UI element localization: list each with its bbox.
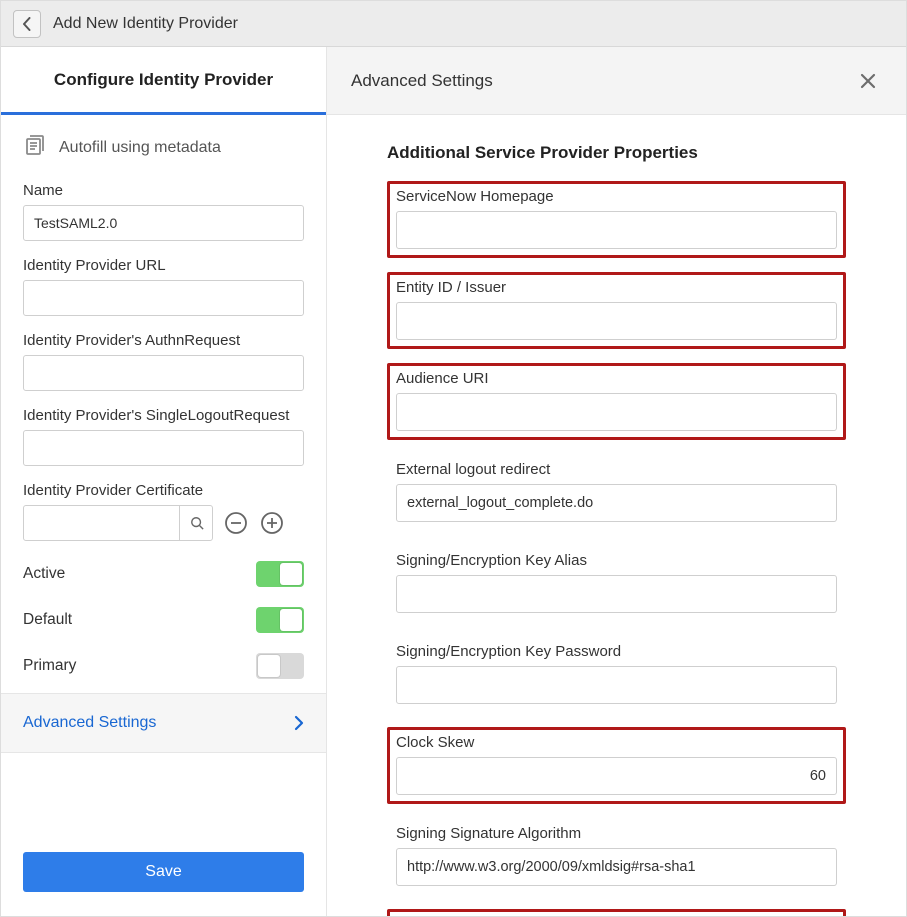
external-logout-label: External logout redirect xyxy=(396,461,837,478)
main-panel: Advanced Settings Additional Service Pro… xyxy=(327,47,906,916)
cert-row xyxy=(23,505,304,541)
minus-circle-icon xyxy=(224,511,248,535)
key-password-field: Signing/Encryption Key Password xyxy=(387,636,846,713)
sig-alg-input[interactable] xyxy=(396,848,837,886)
key-password-input[interactable] xyxy=(396,666,837,704)
toggle-knob xyxy=(280,609,302,631)
authn-label: Identity Provider's AuthnRequest xyxy=(23,332,304,349)
sidebar-header: Configure Identity Provider xyxy=(1,47,326,115)
toggle-knob xyxy=(258,655,280,677)
close-button[interactable] xyxy=(854,67,882,95)
body: Configure Identity Provider Autofill usi… xyxy=(1,47,906,916)
key-password-label: Signing/Encryption Key Password xyxy=(396,643,837,660)
homepage-field: ServiceNow Homepage xyxy=(387,181,846,258)
sidebar-footer: Save xyxy=(1,828,326,916)
cert-group: Identity Provider Certificate xyxy=(1,476,326,551)
search-icon xyxy=(190,516,204,530)
document-stack-icon xyxy=(23,133,47,162)
audience-uri-input[interactable] xyxy=(396,393,837,431)
idp-url-group: Identity Provider URL xyxy=(1,251,326,326)
advanced-settings-link[interactable]: Advanced Settings xyxy=(1,693,326,753)
section-title: Additional Service Provider Properties xyxy=(387,143,846,163)
sig-alg-field: Signing Signature Algorithm xyxy=(387,818,846,895)
primary-label: Primary xyxy=(23,657,76,675)
autofill-label: Autofill using metadata xyxy=(59,139,221,157)
primary-toggle[interactable] xyxy=(256,653,304,679)
audience-uri-field: Audience URI xyxy=(387,363,846,440)
authn-input[interactable] xyxy=(23,355,304,391)
authn-group: Identity Provider's AuthnRequest xyxy=(1,326,326,401)
chevron-right-icon xyxy=(294,715,304,731)
key-alias-field: Signing/Encryption Key Alias xyxy=(387,545,846,622)
name-label: Name xyxy=(23,182,304,199)
cert-lookup-button[interactable] xyxy=(179,505,213,541)
default-toggle[interactable] xyxy=(256,607,304,633)
main-title: Advanced Settings xyxy=(351,71,493,91)
default-label: Default xyxy=(23,611,72,629)
cert-input-wrap xyxy=(23,505,213,541)
external-logout-field: External logout redirect xyxy=(387,454,846,531)
slo-group: Identity Provider's SingleLogoutRequest xyxy=(1,401,326,476)
cert-label: Identity Provider Certificate xyxy=(23,482,304,499)
idp-url-input[interactable] xyxy=(23,280,304,316)
sig-alg-label: Signing Signature Algorithm xyxy=(396,825,837,842)
name-input[interactable] xyxy=(23,205,304,241)
main-body: Additional Service Provider Properties S… xyxy=(327,115,906,916)
sidebar-content: Autofill using metadata Name Identity Pr… xyxy=(1,115,326,828)
audience-uri-label: Audience URI xyxy=(396,370,837,387)
cert-add-button[interactable] xyxy=(259,510,285,536)
default-toggle-row: Default xyxy=(1,597,326,643)
slo-input[interactable] xyxy=(23,430,304,466)
primary-toggle-row: Primary xyxy=(1,643,326,689)
slo-label: Identity Provider's SingleLogoutRequest xyxy=(23,407,304,424)
autofill-metadata-button[interactable]: Autofill using metadata xyxy=(1,115,326,176)
sidebar: Configure Identity Provider Autofill usi… xyxy=(1,47,327,916)
clock-skew-label: Clock Skew xyxy=(396,734,837,751)
page-title: Add New Identity Provider xyxy=(53,15,238,33)
back-button[interactable] xyxy=(13,10,41,38)
user-field-field: User Field xyxy=(387,909,846,916)
titlebar: Add New Identity Provider xyxy=(1,1,906,47)
close-icon xyxy=(859,72,877,90)
toggle-knob xyxy=(280,563,302,585)
active-toggle-row: Active xyxy=(1,551,326,597)
plus-circle-icon xyxy=(260,511,284,535)
name-field-group: Name xyxy=(1,176,326,251)
save-button[interactable]: Save xyxy=(23,852,304,892)
clock-skew-input[interactable] xyxy=(396,757,837,795)
key-alias-label: Signing/Encryption Key Alias xyxy=(396,552,837,569)
homepage-input[interactable] xyxy=(396,211,837,249)
main-header: Advanced Settings xyxy=(327,47,906,115)
app-window: Add New Identity Provider Configure Iden… xyxy=(0,0,907,917)
idp-url-label: Identity Provider URL xyxy=(23,257,304,274)
key-alias-input[interactable] xyxy=(396,575,837,613)
clock-skew-field: Clock Skew xyxy=(387,727,846,804)
advanced-settings-label: Advanced Settings xyxy=(23,714,156,732)
chevron-left-icon xyxy=(22,17,32,31)
homepage-label: ServiceNow Homepage xyxy=(396,188,837,205)
entity-id-input[interactable] xyxy=(396,302,837,340)
external-logout-input[interactable] xyxy=(396,484,837,522)
cert-remove-button[interactable] xyxy=(223,510,249,536)
entity-id-label: Entity ID / Issuer xyxy=(396,279,837,296)
active-toggle[interactable] xyxy=(256,561,304,587)
entity-id-field: Entity ID / Issuer xyxy=(387,272,846,349)
active-label: Active xyxy=(23,565,65,583)
